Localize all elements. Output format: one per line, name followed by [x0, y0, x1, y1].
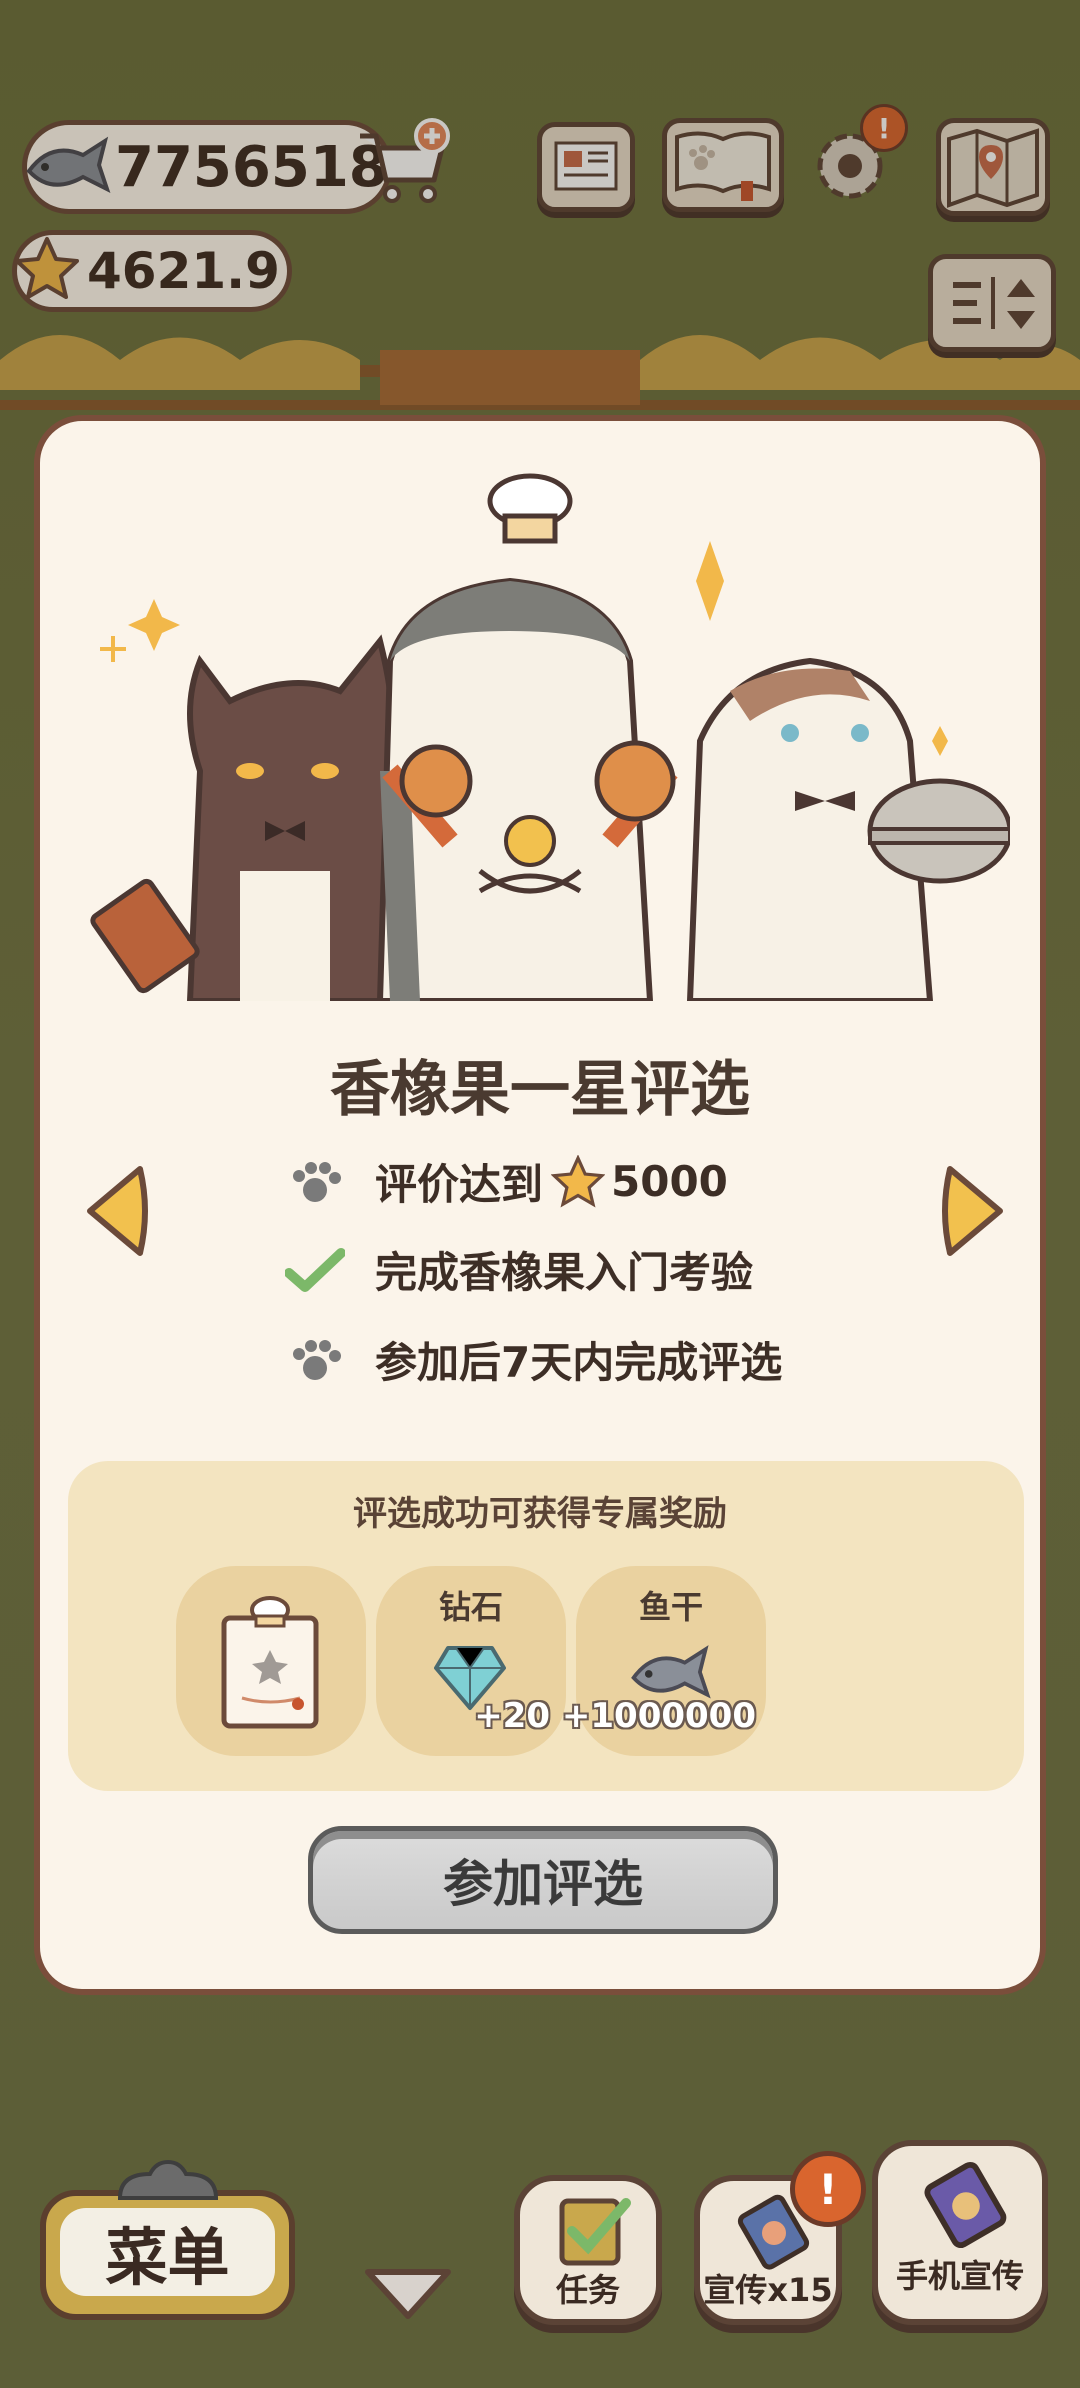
promo-alert-badge: ! [790, 2151, 866, 2227]
requirement-time-limit: 参加后7天内完成评选 [285, 1329, 782, 1390]
next-arrow-button[interactable] [940, 1161, 1010, 1261]
requirement-intro-test-label: 完成香橡果入门考验 [375, 1248, 754, 1297]
menu-button[interactable]: 菜单 [40, 2160, 295, 2320]
chef-cats-illustration [90, 473, 1010, 1001]
clip-icon [117, 2160, 219, 2200]
reward-dried-fish-amount: +1000000 [561, 1696, 756, 1736]
promo-button[interactable]: 宣传x15 ! [694, 2151, 866, 2325]
check-icon [285, 1245, 345, 1295]
promo-label: 宣传x15 [703, 2271, 833, 2309]
menu-label: 菜单 [60, 2208, 275, 2296]
certificate-icon [221, 1596, 319, 1729]
reward-dried-fish[interactable]: 鱼干 +1000000 [562, 1566, 766, 1756]
clipboard-check-icon [559, 2198, 631, 2266]
reward-diamond[interactable]: 钻石 +20 [376, 1566, 566, 1756]
phone-promo-label: 手机宣传 [895, 2257, 1024, 2295]
reward-title: 评选成功可获得专属奖励 [353, 1494, 727, 1534]
join-selection-button[interactable]: 参加评选 [308, 1826, 778, 1934]
previous-arrow-button[interactable] [80, 1161, 150, 1261]
requirement-rating: 评价达到 5000 [285, 1151, 728, 1212]
tasks-button[interactable]: 任务 [514, 2175, 662, 2325]
reward-certificate[interactable] [176, 1566, 366, 1756]
paw-icon [285, 1335, 345, 1385]
collapse-arrow-button[interactable] [362, 2262, 454, 2322]
reward-diamond-amount: +20 [474, 1696, 550, 1736]
requirement-rating-label: 评价达到 [375, 1160, 544, 1209]
star-icon [551, 1154, 606, 1207]
requirement-intro-test: 完成香橡果入门考验 [285, 1239, 753, 1300]
dialog-title: 香橡果一星评选 [330, 1055, 750, 1125]
reward-diamond-label: 钻石 [438, 1588, 503, 1626]
paw-icon [285, 1157, 345, 1207]
rating-selection-dialog: 香橡果一星评选 评价达到 5000 完成香橡果入门考验 参加后7天内完成评选 评… [34, 415, 1046, 1995]
requirement-time-limit-label: 参加后7天内完成评选 [375, 1338, 783, 1387]
phone-flyer-icon [924, 2161, 1007, 2249]
phone-promo-button[interactable]: 手机宣传 [872, 2140, 1048, 2325]
reward-dried-fish-label: 鱼干 [638, 1588, 703, 1626]
requirement-rating-value: 5000 [611, 1157, 728, 1206]
tasks-label: 任务 [555, 2271, 620, 2309]
